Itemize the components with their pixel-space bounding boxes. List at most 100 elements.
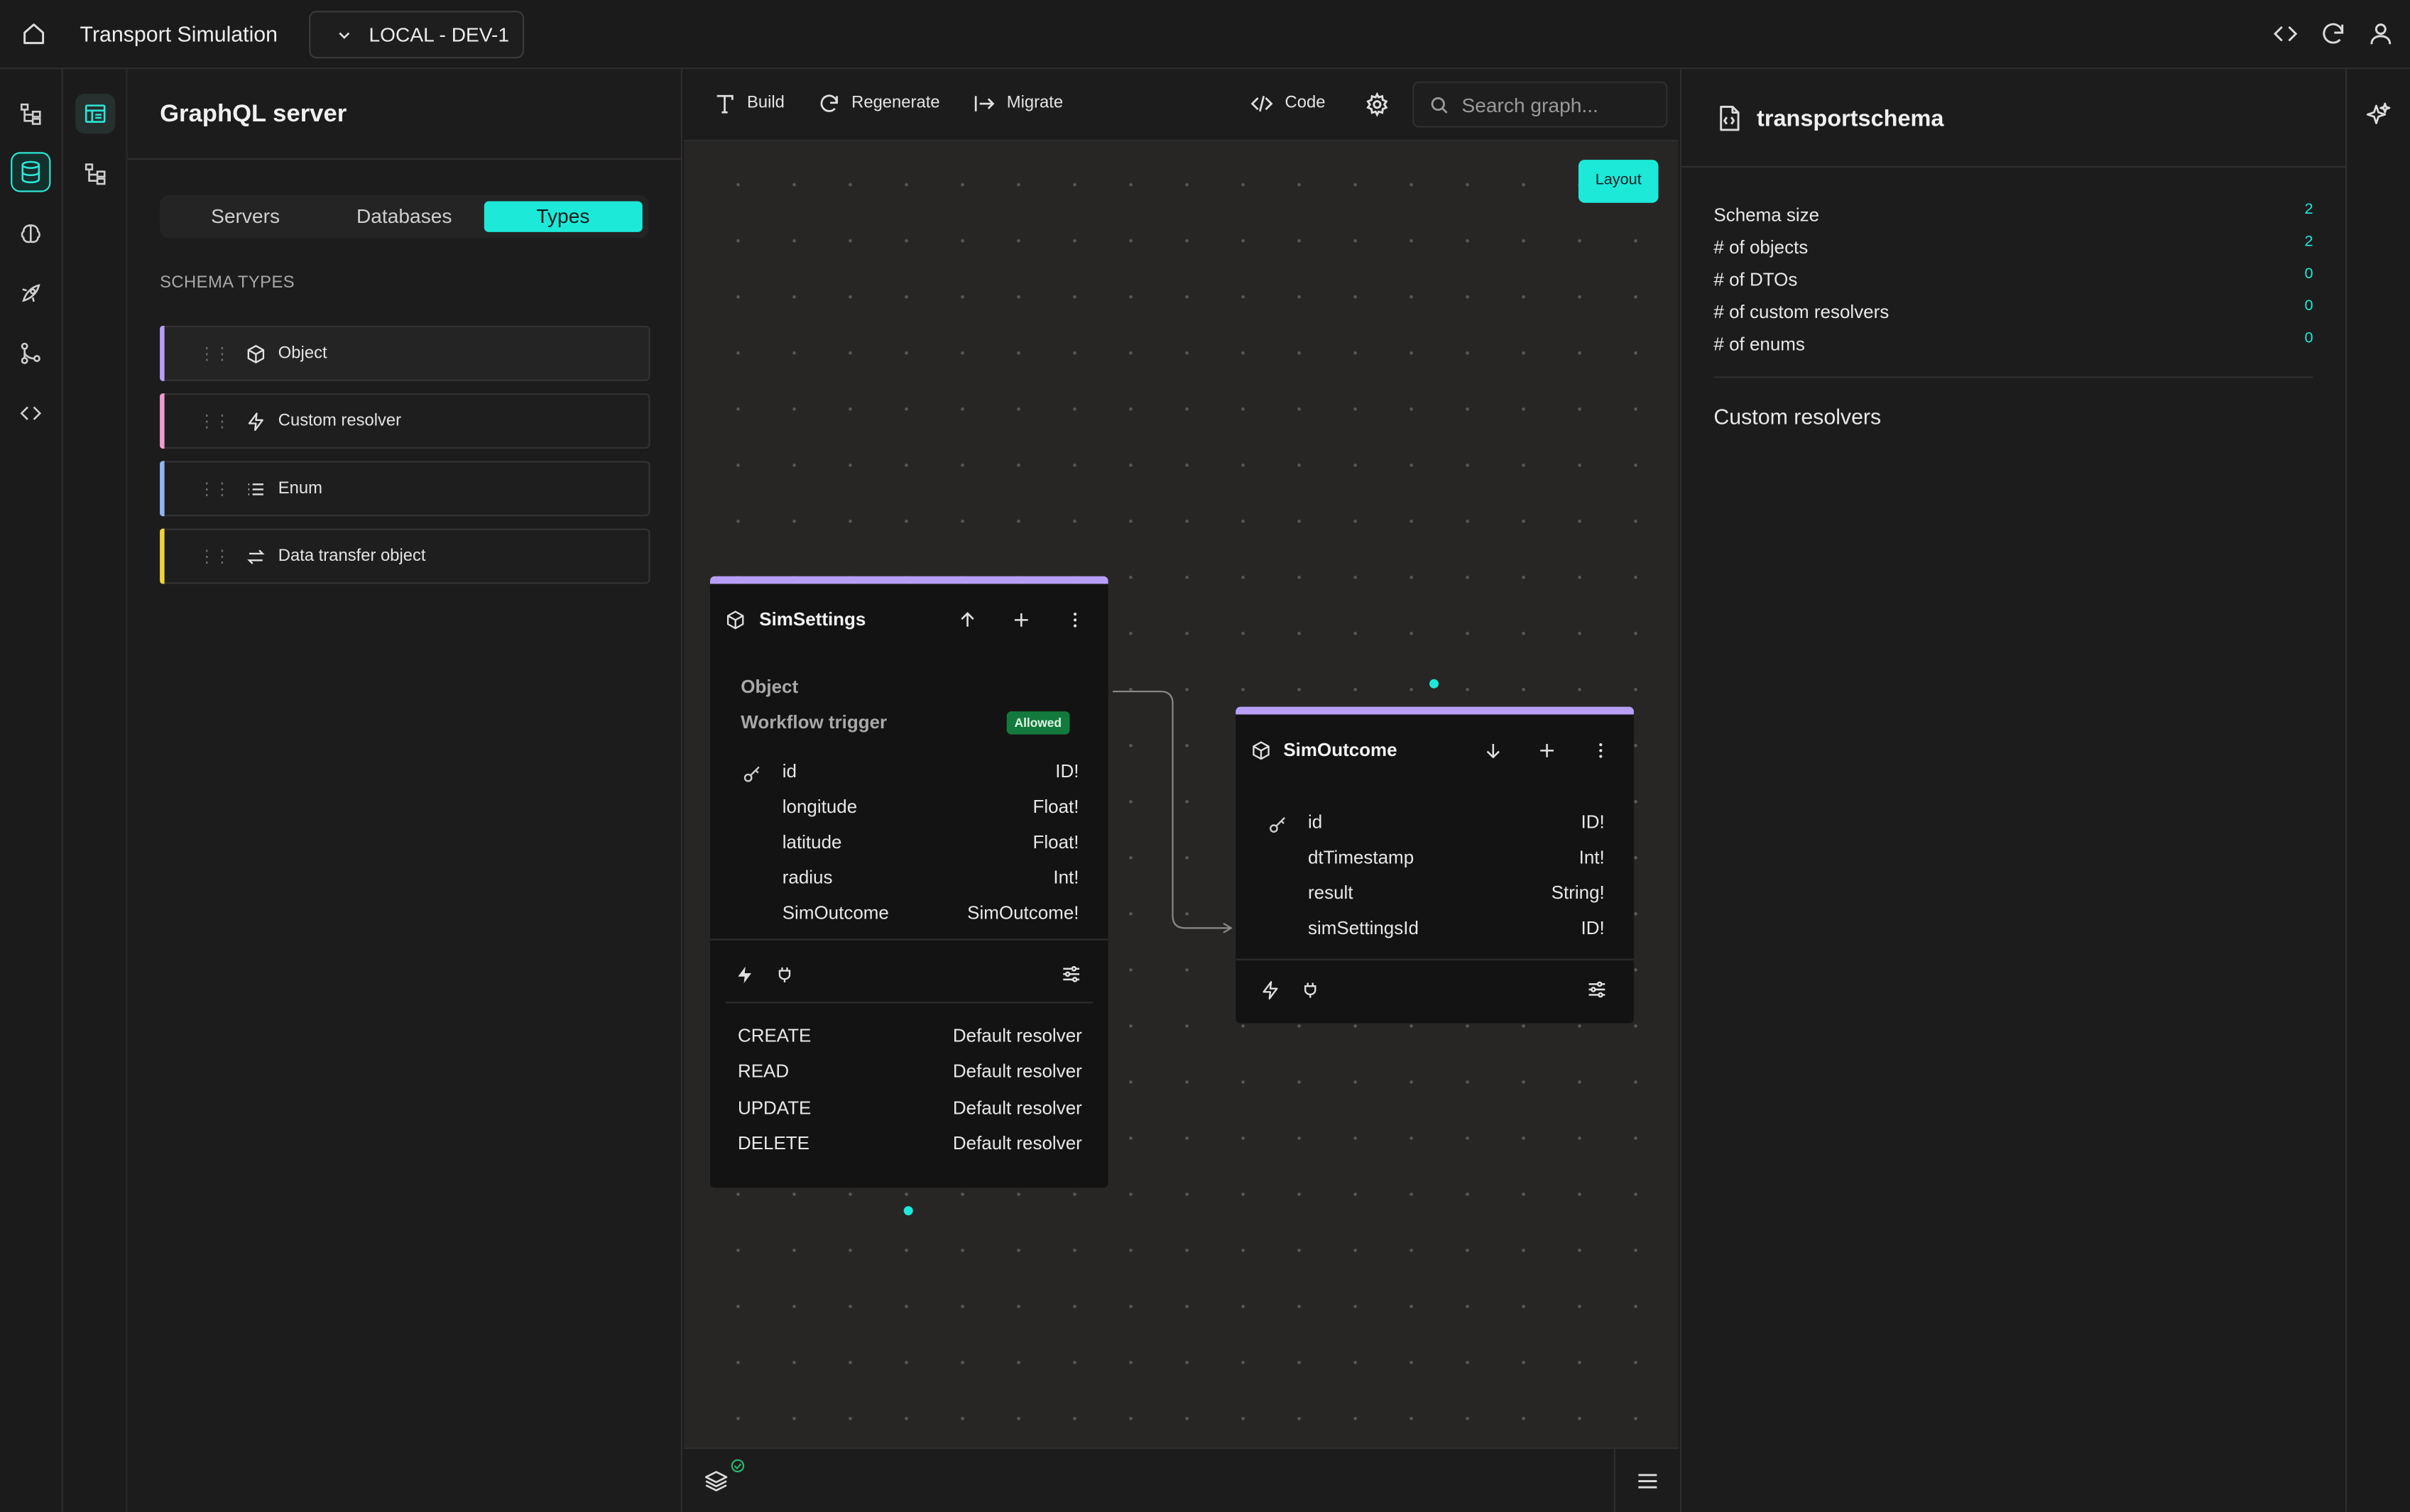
plus-icon[interactable] xyxy=(1010,608,1031,630)
tab-types[interactable]: Types xyxy=(484,201,643,232)
cube-icon xyxy=(724,608,745,630)
git-branch-icon[interactable] xyxy=(11,334,50,373)
database-icon[interactable] xyxy=(11,152,51,192)
brain-icon[interactable] xyxy=(11,214,50,253)
status-badge: Allowed xyxy=(1006,711,1069,735)
color-bar xyxy=(160,461,165,517)
divider xyxy=(1713,376,2313,378)
field-type: ID! xyxy=(1581,811,1605,833)
field-type: Int! xyxy=(1579,846,1605,868)
search-graph-field[interactable] xyxy=(1412,81,1668,128)
sparkles-icon[interactable] xyxy=(2364,100,2392,128)
divider xyxy=(1236,958,1634,960)
section-label: SCHEMA TYPES xyxy=(160,273,295,292)
build-icon xyxy=(711,91,736,116)
field-type: Float! xyxy=(1032,796,1079,818)
lightning-icon[interactable] xyxy=(1259,979,1280,1000)
schema-title: transportschema xyxy=(1757,106,1944,133)
arrow-down-icon[interactable] xyxy=(1482,739,1503,760)
type-label: Enum xyxy=(278,479,323,498)
stat-row: Schema size 2 xyxy=(1713,201,2313,226)
connection-handle[interactable] xyxy=(1429,679,1439,689)
code-icon xyxy=(1250,91,1275,116)
canvas-footer xyxy=(684,1447,1679,1512)
search-icon xyxy=(1429,94,1449,114)
code-button[interactable]: Code xyxy=(1250,91,1325,116)
field-type: String! xyxy=(1551,882,1605,904)
code-icon[interactable] xyxy=(2270,18,2299,48)
stat-row: # of custom resolvers 0 xyxy=(1713,297,2313,323)
home-icon[interactable] xyxy=(18,18,49,49)
type-label: Custom resolver xyxy=(278,412,402,431)
field-name: latitude xyxy=(782,831,842,853)
regenerate-button[interactable]: Regenerate xyxy=(816,91,940,116)
settings-gear-icon[interactable] xyxy=(1363,91,1391,119)
refresh-icon[interactable] xyxy=(2318,18,2347,48)
type-card-object[interactable]: ⋮⋮ Object xyxy=(160,325,650,381)
check-circle-icon xyxy=(729,1457,746,1474)
type-card-custom-resolver[interactable]: ⋮⋮ Custom resolver xyxy=(160,393,650,449)
divider xyxy=(709,938,1108,941)
field-name: id xyxy=(782,760,797,782)
menu-area xyxy=(1613,1449,1679,1512)
color-bar xyxy=(160,393,165,449)
graphql-server-icon[interactable] xyxy=(75,94,116,134)
field-type: ID! xyxy=(1581,917,1605,939)
code-brackets-icon[interactable] xyxy=(11,393,50,433)
layers-icon[interactable] xyxy=(702,1467,730,1495)
node-color-bar xyxy=(709,576,1108,584)
resolver-operation: UPDATE xyxy=(737,1097,812,1119)
build-button[interactable]: Build xyxy=(711,91,785,116)
resolver-value[interactable]: Default resolver xyxy=(953,1132,1082,1154)
plus-icon[interactable] xyxy=(1535,739,1556,760)
type-card-enum[interactable]: ⋮⋮ Enum xyxy=(160,461,650,517)
divider xyxy=(725,1002,1093,1004)
resolver-value[interactable]: Default resolver xyxy=(953,1025,1082,1046)
more-vertical-icon[interactable] xyxy=(1064,608,1085,630)
key-icon xyxy=(741,762,762,784)
plug-icon[interactable] xyxy=(1299,979,1320,1000)
user-icon[interactable] xyxy=(2365,18,2394,48)
field-type: SimOutcome! xyxy=(967,902,1079,924)
resolver-value[interactable]: Default resolver xyxy=(953,1097,1082,1118)
drag-handle-icon[interactable]: ⋮⋮ xyxy=(198,546,230,566)
sliders-icon[interactable] xyxy=(1586,979,1608,1000)
field-type: ID! xyxy=(1055,760,1079,782)
migrate-icon xyxy=(971,91,996,116)
migrate-button[interactable]: Migrate xyxy=(971,91,1063,116)
sliders-icon[interactable] xyxy=(1061,963,1082,985)
regenerate-icon xyxy=(816,91,841,116)
connection-handle[interactable] xyxy=(903,1206,913,1216)
more-vertical-icon[interactable] xyxy=(1589,739,1610,760)
tab-servers[interactable]: Servers xyxy=(166,202,325,232)
drag-handle-icon[interactable]: ⋮⋮ xyxy=(198,411,230,431)
field-name: dtTimestamp xyxy=(1307,846,1414,868)
plug-icon[interactable] xyxy=(773,963,795,985)
type-card-data-transfer-object[interactable]: ⋮⋮ Data transfer object xyxy=(160,528,650,584)
hamburger-menu-icon[interactable] xyxy=(1634,1467,1662,1495)
stat-value: 2 xyxy=(2304,234,2313,251)
node-simoutcome[interactable]: SimOutcome id ID! dtTimestamp Int! resul… xyxy=(1236,706,1634,1024)
schema-file-icon xyxy=(1713,103,1744,133)
list-icon xyxy=(244,478,266,499)
key-icon xyxy=(1267,813,1288,834)
lightning-icon[interactable] xyxy=(733,963,754,985)
search-input[interactable] xyxy=(1461,92,1662,116)
type-label: Data transfer object xyxy=(278,547,426,566)
rocket-icon[interactable] xyxy=(11,273,50,313)
node-simsettings[interactable]: SimSettings Object Workflow trigger Allo… xyxy=(709,576,1108,1188)
color-bar xyxy=(160,528,165,584)
arrow-up-icon[interactable] xyxy=(956,608,977,630)
drag-handle-icon[interactable]: ⋮⋮ xyxy=(198,344,230,363)
top-bar: Transport Simulation LOCAL - DEV-1 xyxy=(0,0,2410,70)
drag-handle-icon[interactable]: ⋮⋮ xyxy=(198,478,230,498)
tab-databases[interactable]: Databases xyxy=(325,202,484,232)
cube-icon xyxy=(244,343,266,364)
hierarchy-icon[interactable] xyxy=(75,153,115,193)
resolver-value[interactable]: Default resolver xyxy=(953,1061,1082,1082)
environment-label: LOCAL - DEV-1 xyxy=(369,23,510,46)
graph-canvas[interactable]: Layout SimSettings Object Workflow trigg… xyxy=(684,141,1679,1447)
assistant-rail xyxy=(2345,69,2410,1512)
environment-selector[interactable]: LOCAL - DEV-1 xyxy=(309,11,525,59)
tree-icon[interactable] xyxy=(11,94,50,133)
